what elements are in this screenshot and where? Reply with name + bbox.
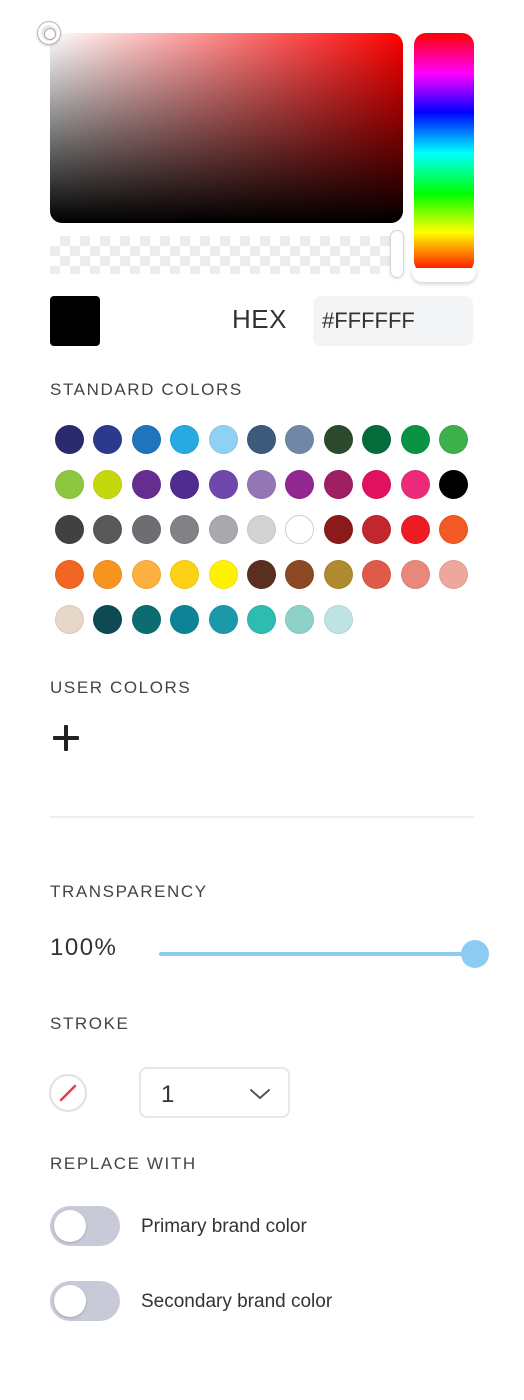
color-swatch[interactable] [170, 470, 200, 499]
color-swatch[interactable] [208, 425, 238, 454]
color-swatch[interactable] [246, 515, 276, 544]
color-swatch[interactable] [170, 560, 200, 589]
color-preview-swatch [50, 296, 100, 346]
color-swatch[interactable] [323, 425, 353, 454]
color-swatch[interactable] [438, 560, 468, 589]
color-swatch[interactable] [170, 515, 200, 544]
hex-label: HEX [232, 304, 287, 334]
color-swatch[interactable] [208, 470, 238, 499]
color-swatch[interactable] [93, 515, 123, 544]
color-swatch[interactable] [285, 605, 315, 634]
color-swatch[interactable] [170, 605, 200, 634]
standard-colors-heading: STANDARD COLORS [50, 380, 243, 399]
stroke-heading: STROKE [50, 1014, 130, 1033]
color-swatch[interactable] [362, 515, 392, 544]
color-swatch[interactable] [208, 515, 238, 544]
no-stroke-button[interactable] [49, 1074, 87, 1112]
toggle-knob [54, 1210, 86, 1242]
color-swatch[interactable] [131, 515, 161, 544]
color-swatch[interactable] [93, 425, 123, 454]
primary-brand-color-label: Primary brand color [141, 1216, 307, 1237]
color-swatch[interactable] [323, 560, 353, 589]
color-swatch[interactable] [400, 515, 430, 544]
color-swatch[interactable] [93, 605, 123, 634]
color-swatch[interactable] [438, 425, 468, 454]
color-swatch[interactable] [55, 515, 84, 544]
color-swatch[interactable] [285, 425, 315, 454]
color-swatch[interactable] [246, 560, 276, 589]
color-swatch[interactable] [93, 560, 123, 589]
toggle-knob [54, 1285, 86, 1317]
color-swatch[interactable] [246, 425, 276, 454]
alpha-slider[interactable] [50, 236, 403, 274]
color-swatch[interactable] [362, 560, 392, 589]
chevron-down-icon [250, 1089, 270, 1099]
standard-colors-grid [55, 425, 475, 634]
saturation-value-area[interactable] [50, 33, 403, 223]
color-swatch[interactable] [400, 560, 430, 589]
color-picker-handle[interactable] [38, 22, 60, 44]
plus-icon[interactable] [53, 725, 79, 751]
color-swatch[interactable] [55, 605, 84, 634]
color-swatch[interactable] [362, 425, 392, 454]
divider [50, 816, 474, 818]
color-swatch[interactable] [246, 470, 276, 499]
color-swatch[interactable] [93, 470, 123, 499]
color-swatch[interactable] [131, 470, 161, 499]
transparency-slider-fill [159, 952, 475, 956]
user-colors-heading: USER COLORS [50, 678, 192, 697]
hue-slider-handle[interactable] [412, 268, 476, 282]
color-swatch[interactable] [285, 515, 315, 544]
color-swatch[interactable] [246, 605, 276, 634]
color-swatch[interactable] [438, 515, 468, 544]
color-swatch[interactable] [285, 470, 315, 499]
alpha-slider-handle[interactable] [391, 231, 403, 277]
color-swatch[interactable] [55, 425, 84, 454]
color-swatch[interactable] [131, 560, 161, 589]
color-swatch[interactable] [131, 605, 161, 634]
color-swatch[interactable] [208, 605, 238, 634]
hex-input[interactable] [313, 296, 473, 346]
color-swatch[interactable] [285, 560, 315, 589]
color-swatch[interactable] [131, 425, 161, 454]
color-swatch[interactable] [362, 470, 392, 499]
secondary-brand-color-toggle[interactable] [50, 1281, 120, 1321]
secondary-brand-color-label: Secondary brand color [141, 1291, 333, 1312]
no-stroke-icon [59, 1084, 77, 1102]
stroke-width-value: 1 [161, 1081, 175, 1108]
transparency-slider-track[interactable] [159, 952, 475, 956]
color-swatch[interactable] [208, 560, 238, 589]
transparency-slider-thumb[interactable] [461, 940, 489, 968]
color-swatch[interactable] [400, 470, 430, 499]
color-swatch[interactable] [323, 470, 353, 499]
color-swatch[interactable] [438, 470, 468, 499]
color-swatch[interactable] [400, 425, 430, 454]
color-swatch[interactable] [55, 470, 84, 499]
transparency-heading: TRANSPARENCY [50, 882, 208, 901]
color-swatch[interactable] [170, 425, 200, 454]
replace-with-heading: REPLACE WITH [50, 1154, 197, 1173]
color-swatch[interactable] [323, 515, 353, 544]
hue-slider[interactable] [414, 33, 474, 273]
color-swatch[interactable] [55, 560, 84, 589]
transparency-value: 100% [50, 934, 118, 961]
stroke-width-select[interactable]: 1 [139, 1067, 290, 1118]
color-swatch[interactable] [323, 605, 353, 634]
primary-brand-color-toggle[interactable] [50, 1206, 120, 1246]
